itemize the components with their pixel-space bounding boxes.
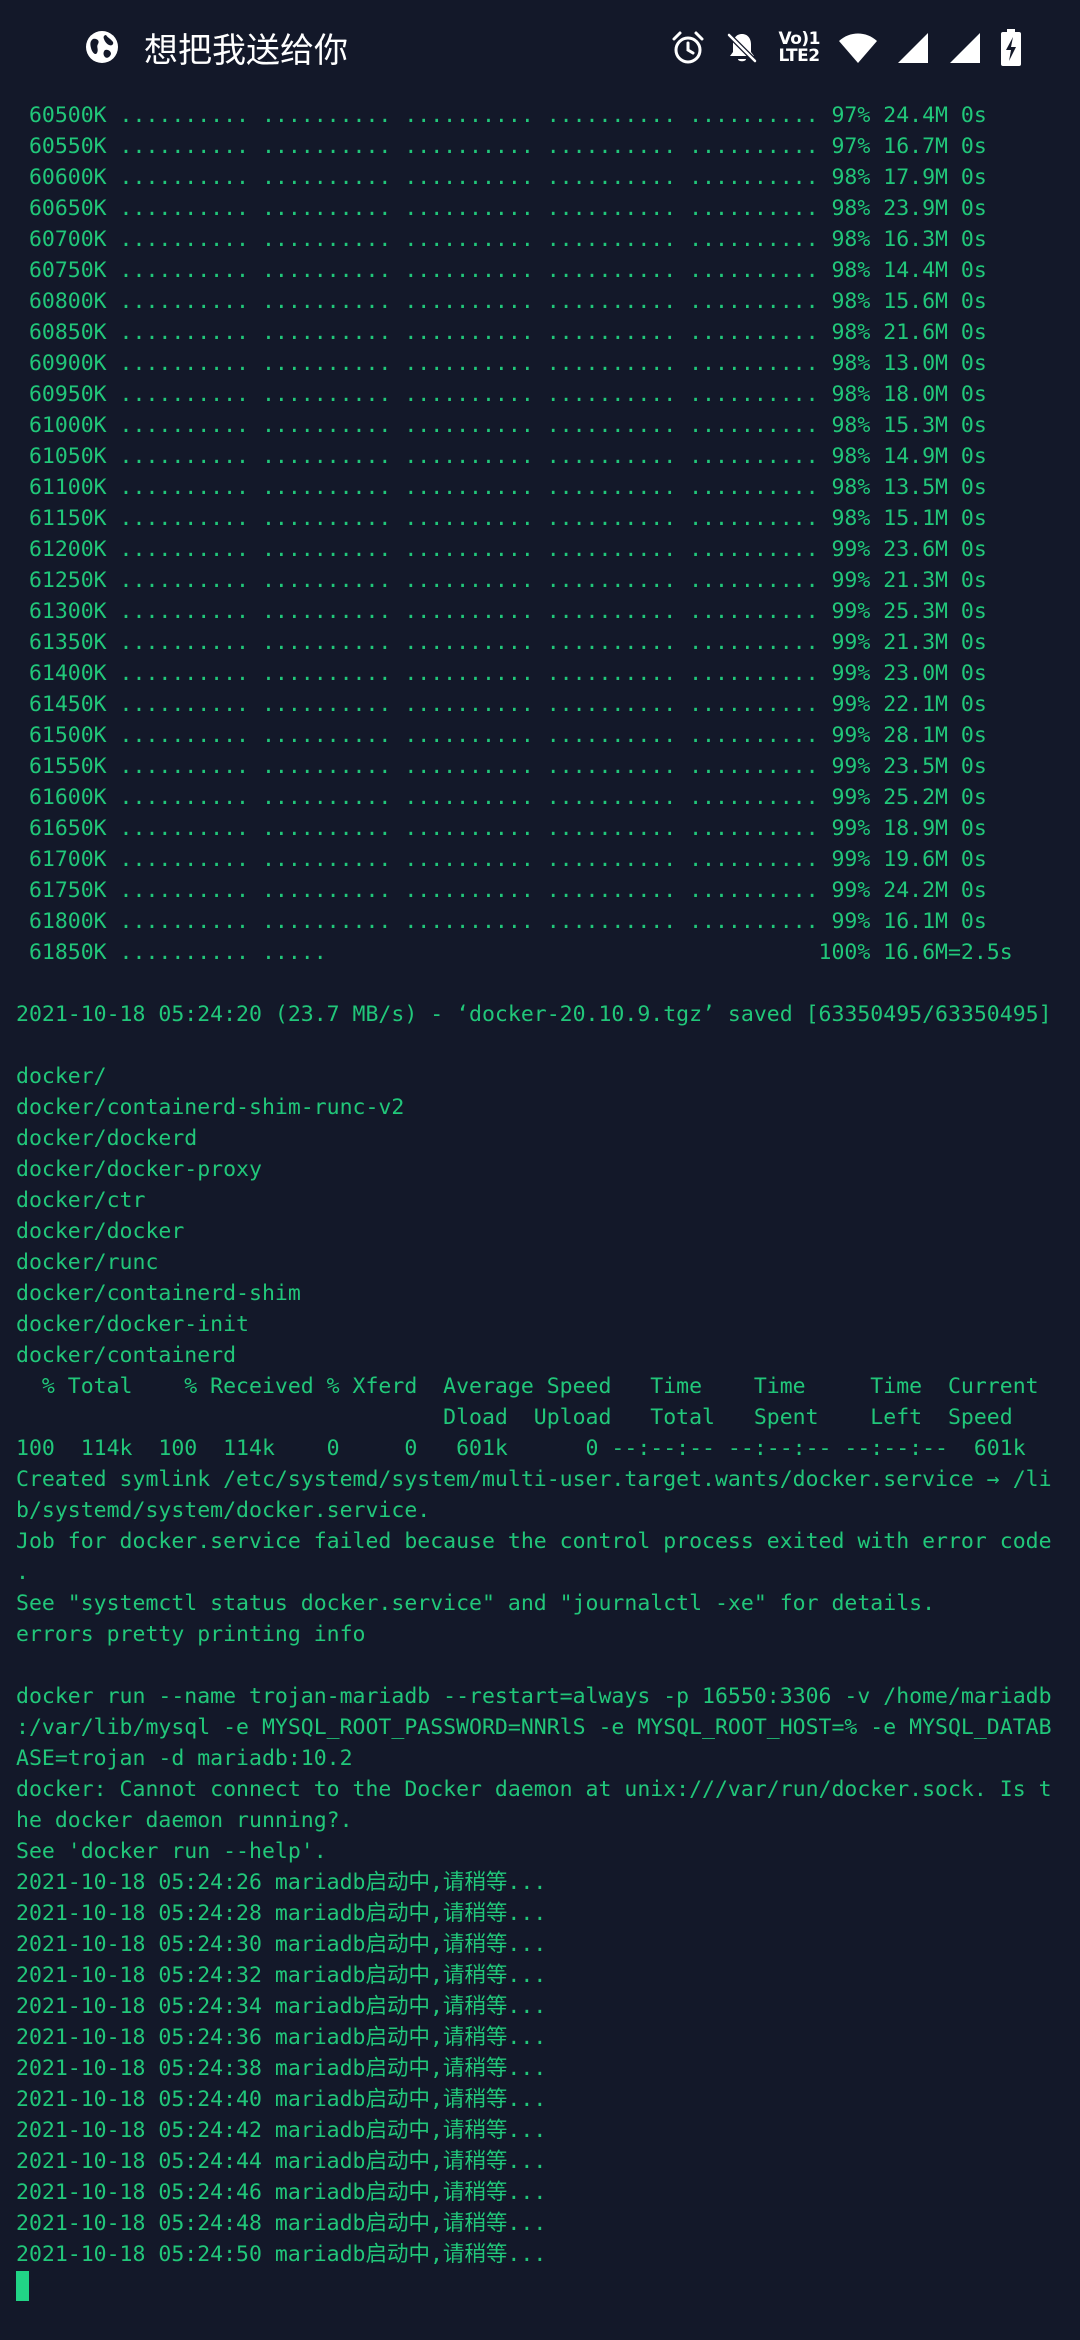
terminal-line: % Total % Received % Xferd Average Speed… bbox=[16, 1374, 1039, 1399]
terminal-line: docker/containerd-shim bbox=[16, 1281, 301, 1306]
terminal-line: 60700K .......... .......... .......... … bbox=[16, 227, 987, 252]
terminal-line: 2021-10-18 05:24:20 (23.7 MB/s) - ‘docke… bbox=[16, 1002, 1052, 1027]
terminal-line: Dload Upload Total Spent Left Speed bbox=[16, 1405, 1013, 1430]
terminal-line: 2021-10-18 05:24:40 mariadb启动中,请稍等... bbox=[16, 2087, 547, 2112]
terminal-line: 61650K .......... .......... .......... … bbox=[16, 816, 987, 841]
terminal-line: he docker daemon running?. bbox=[16, 1808, 353, 1833]
terminal-line: b/systemd/system/docker.service. bbox=[16, 1498, 431, 1523]
signal-icon bbox=[948, 31, 982, 65]
terminal-line: docker/docker-proxy bbox=[16, 1157, 262, 1182]
terminal-line: 60800K .......... .......... .......... … bbox=[16, 289, 987, 314]
status-bar-right: Vo)1 LTE2 bbox=[670, 24, 1022, 72]
terminal-line: 61300K .......... .......... .......... … bbox=[16, 599, 987, 624]
terminal-line: 61400K .......... .......... .......... … bbox=[16, 661, 987, 686]
terminal-line: 61250K .......... .......... .......... … bbox=[16, 568, 987, 593]
terminal-line: 2021-10-18 05:24:44 mariadb启动中,请稍等... bbox=[16, 2149, 547, 2174]
terminal-line: 61600K .......... .......... .......... … bbox=[16, 785, 987, 810]
terminal-line: docker/runc bbox=[16, 1250, 159, 1275]
terminal-line: docker: Cannot connect to the Docker dae… bbox=[16, 1777, 1052, 1802]
terminal-line: 100 114k 100 114k 0 0 601k 0 --:--:-- --… bbox=[16, 1436, 1026, 1461]
terminal-line: 2021-10-18 05:24:50 mariadb启动中,请稍等... bbox=[16, 2242, 547, 2267]
terminal-line: 61450K .......... .......... .......... … bbox=[16, 692, 987, 717]
volte-icon: Vo)1 LTE2 bbox=[778, 29, 820, 66]
terminal-line: 61100K .......... .......... .......... … bbox=[16, 475, 987, 500]
app-title: 想把我送给你 bbox=[144, 30, 348, 71]
terminal-line: docker/containerd bbox=[16, 1343, 237, 1368]
terminal-line: 61050K .......... .......... .......... … bbox=[16, 444, 987, 469]
terminal-line: 61150K .......... .......... .......... … bbox=[16, 506, 987, 531]
alarm-icon bbox=[670, 30, 706, 66]
signal-icon bbox=[896, 31, 930, 65]
terminal-line: 2021-10-18 05:24:36 mariadb启动中,请稍等... bbox=[16, 2025, 547, 2050]
terminal-line: 2021-10-18 05:24:28 mariadb启动中,请稍等... bbox=[16, 1901, 547, 1926]
terminal-line: 2021-10-18 05:24:30 mariadb启动中,请稍等... bbox=[16, 1932, 547, 1957]
terminal-line: See "systemctl status docker.service" an… bbox=[16, 1591, 936, 1616]
battery-charging-icon bbox=[1000, 29, 1022, 67]
terminal-line: 60750K .......... .......... .......... … bbox=[16, 258, 987, 283]
terminal-line: docker/containerd-shim-runc-v2 bbox=[16, 1095, 405, 1120]
terminal-line: Created symlink /etc/systemd/system/mult… bbox=[16, 1467, 1052, 1492]
wifi-icon bbox=[838, 31, 878, 65]
terminal-line: 2021-10-18 05:24:48 mariadb启动中,请稍等... bbox=[16, 2211, 547, 2236]
terminal-line: 61000K .......... .......... .......... … bbox=[16, 413, 987, 438]
terminal-line: . bbox=[16, 1560, 29, 1585]
terminal-line: 61850K .......... ..... 100% 16.6M=2.5s bbox=[16, 940, 1013, 965]
terminal-line: Job for docker.service failed because th… bbox=[16, 1529, 1052, 1554]
terminal-line: 61350K .......... .......... .......... … bbox=[16, 630, 987, 655]
terminal-line: docker/ bbox=[16, 1064, 107, 1089]
terminal-cursor bbox=[16, 2271, 29, 2301]
terminal-line: 61200K .......... .......... .......... … bbox=[16, 537, 987, 562]
status-bar: 想把我送给你 Vo)1 LTE2 bbox=[0, 0, 1080, 96]
terminal-line: :/var/lib/mysql -e MYSQL_ROOT_PASSWORD=N… bbox=[16, 1715, 1052, 1740]
terminal-line: 61700K .......... .......... .......... … bbox=[16, 847, 987, 872]
terminal-line: 60900K .......... .......... .......... … bbox=[16, 351, 987, 376]
terminal-line: docker/docker bbox=[16, 1219, 185, 1244]
terminal-line: 61800K .......... .......... .......... … bbox=[16, 909, 987, 934]
terminal-line: 61550K .......... .......... .......... … bbox=[16, 754, 987, 779]
terminal-line: docker/ctr bbox=[16, 1188, 146, 1213]
bell-off-icon bbox=[724, 30, 760, 66]
terminal-line: 61750K .......... .......... .......... … bbox=[16, 878, 987, 903]
terminal-line: docker/docker-init bbox=[16, 1312, 249, 1337]
terminal-line: 60950K .......... .......... .......... … bbox=[16, 382, 987, 407]
status-bar-left: 想把我送给你 bbox=[84, 22, 348, 72]
terminal-line: 61500K .......... .......... .......... … bbox=[16, 723, 987, 748]
terminal-line: 60650K .......... .......... .......... … bbox=[16, 196, 987, 221]
terminal-line: 2021-10-18 05:24:34 mariadb启动中,请稍等... bbox=[16, 1994, 547, 2019]
terminal-line: 2021-10-18 05:24:32 mariadb启动中,请稍等... bbox=[16, 1963, 547, 1988]
terminal-line: 2021-10-18 05:24:26 mariadb启动中,请稍等... bbox=[16, 1870, 547, 1895]
terminal-line: ASE=trojan -d mariadb:10.2 bbox=[16, 1746, 353, 1771]
terminal-line: 60550K .......... .......... .......... … bbox=[16, 134, 987, 159]
terminal-line: 2021-10-18 05:24:46 mariadb启动中,请稍等... bbox=[16, 2180, 547, 2205]
terminal-line: docker run --name trojan-mariadb --resta… bbox=[16, 1684, 1052, 1709]
terminal-line: 2021-10-18 05:24:42 mariadb启动中,请稍等... bbox=[16, 2118, 547, 2143]
terminal-line: See 'docker run --help'. bbox=[16, 1839, 327, 1864]
terminal-line: 2021-10-18 05:24:38 mariadb启动中,请稍等... bbox=[16, 2056, 547, 2081]
globe-icon bbox=[84, 29, 120, 65]
terminal-line: 60600K .......... .......... .......... … bbox=[16, 165, 987, 190]
terminal-line: 60850K .......... .......... .......... … bbox=[16, 320, 987, 345]
terminal-line: errors pretty printing info bbox=[16, 1622, 366, 1647]
terminal-line: 60500K .......... .......... .......... … bbox=[16, 103, 987, 128]
terminal-line: docker/dockerd bbox=[16, 1126, 198, 1151]
terminal-output[interactable]: 60500K .......... .......... .......... … bbox=[16, 100, 1076, 2270]
